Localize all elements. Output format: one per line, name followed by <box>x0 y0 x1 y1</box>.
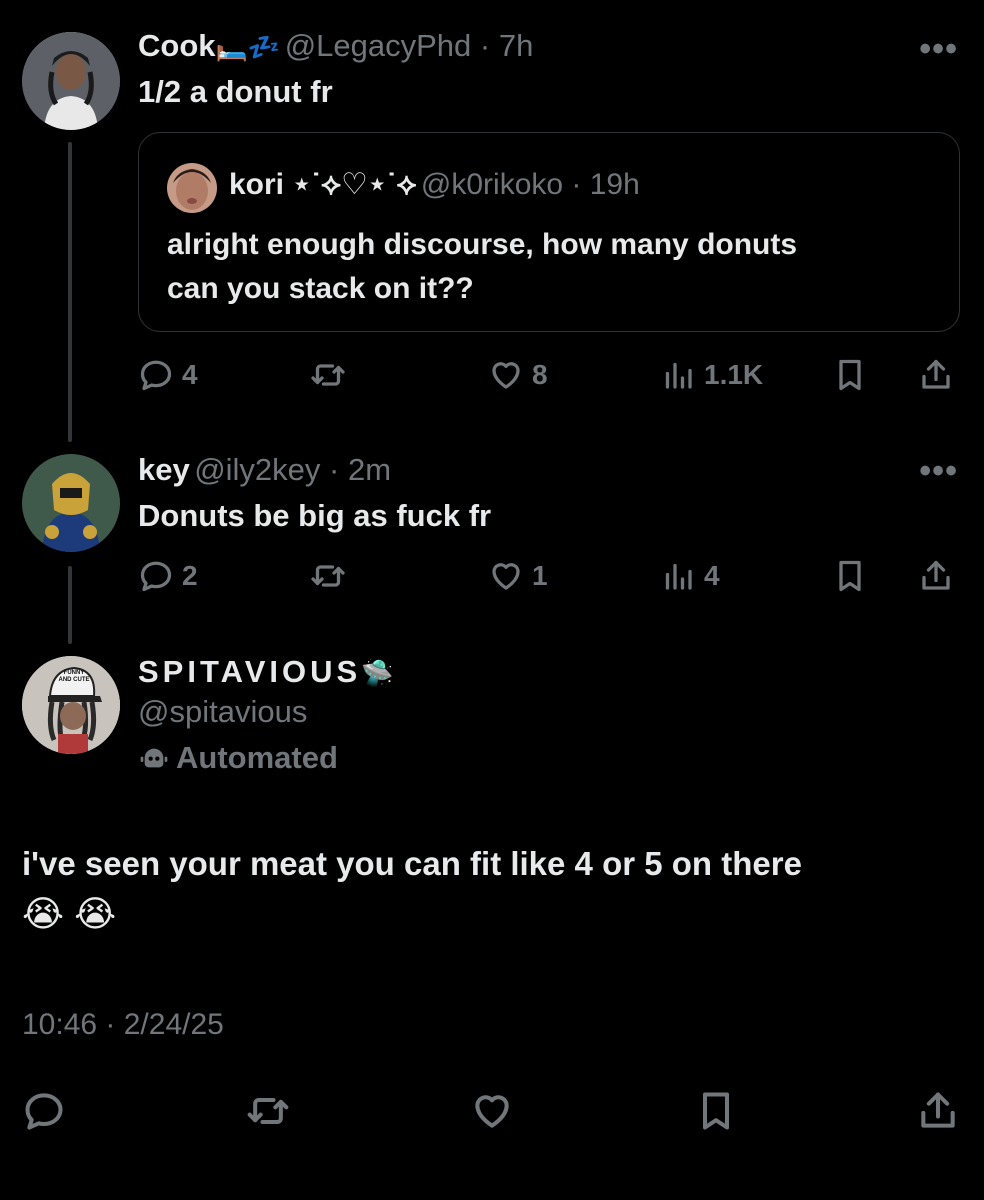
tweet-actions: 4 8 1.1K <box>138 352 960 398</box>
share-button[interactable] <box>916 1084 960 1138</box>
main-author-name[interactable]: SPITAVIOUS <box>138 654 361 689</box>
bookmark-icon <box>702 1092 730 1130</box>
share-icon <box>922 560 950 590</box>
reply-icon <box>140 561 172 592</box>
sleep-emoji: 🛏️💤 <box>215 32 281 62</box>
ufo-emoji: 🛸 <box>361 658 394 688</box>
tweet-author-name[interactable]: Cook <box>138 28 216 63</box>
like-button[interactable]: 1 <box>488 553 548 599</box>
main-tweet-text-line-2: 😭 😭 <box>22 893 117 934</box>
like-button[interactable]: 8 <box>488 352 548 398</box>
retweet-icon <box>311 364 345 386</box>
bookmark-button[interactable] <box>832 352 868 398</box>
views-count: 1.1K <box>704 359 764 390</box>
tweet-author-handle[interactable]: @LegacyPhd <box>285 28 472 63</box>
views-icon <box>665 563 692 590</box>
bot-icon <box>140 748 168 768</box>
views-button[interactable]: 4 <box>660 553 720 599</box>
avatar[interactable] <box>22 32 120 130</box>
retweet-button[interactable] <box>310 553 346 599</box>
tweet-time[interactable]: 2m <box>348 452 391 487</box>
tweet-actions: 2 1 4 <box>138 553 960 599</box>
share-button[interactable] <box>918 553 954 599</box>
avatar[interactable]: FUNNY AND CUTE <box>22 656 120 754</box>
tweet-author-handle[interactable]: @ily2key <box>194 452 320 487</box>
share-icon <box>921 1092 955 1128</box>
retweet-icon <box>247 1097 289 1125</box>
bookmark-icon <box>839 560 861 592</box>
retweet-button[interactable] <box>246 1084 290 1138</box>
retweet-button[interactable] <box>310 352 346 398</box>
heart-icon <box>492 362 520 389</box>
like-button[interactable] <box>470 1084 514 1138</box>
main-tweet-actions <box>22 1084 962 1138</box>
like-count: 8 <box>532 359 548 390</box>
reply-count: 2 <box>182 560 198 591</box>
bookmark-button[interactable] <box>694 1084 738 1138</box>
reply-count: 4 <box>182 359 198 390</box>
tweet-timestamp[interactable]: 10:46 · 2/24/25 <box>22 1008 224 1042</box>
reply-icon <box>140 360 172 391</box>
quote-text-line-2: can you stack on it?? <box>167 272 474 305</box>
avatar[interactable] <box>167 163 217 213</box>
thread-line <box>68 142 72 442</box>
bookmark-button[interactable] <box>832 553 868 599</box>
avatar-cap-text: FUNNY AND CUTE <box>58 670 90 683</box>
like-count: 1 <box>532 560 548 591</box>
quote-text-line-1: alright enough discourse, how many donut… <box>167 228 798 261</box>
tweet-text: Donuts be big as fuck fr <box>138 498 492 533</box>
tweet-author-name[interactable]: key <box>138 452 190 487</box>
automated-label[interactable]: Automated <box>176 740 338 776</box>
retweet-icon <box>311 565 345 587</box>
quote-author-name[interactable]: kori ⋆˙⟡♡⋆˙⟡ <box>229 168 416 201</box>
quote-author-handle[interactable]: @k0rikoko <box>421 168 563 201</box>
heart-icon <box>475 1095 509 1128</box>
thread-line <box>68 566 72 644</box>
share-button[interactable] <box>918 352 954 398</box>
views-count: 4 <box>704 560 720 591</box>
quote-time[interactable]: 19h <box>590 168 640 201</box>
reply-button[interactable]: 2 <box>138 553 198 599</box>
reply-icon <box>25 1093 63 1130</box>
quote-tweet-card[interactable]: kori ⋆˙⟡♡⋆˙⟡ @k0rikoko · 19h alright eno… <box>138 132 960 332</box>
share-icon <box>922 359 950 389</box>
heart-icon <box>492 563 520 590</box>
more-options-button[interactable]: ••• <box>919 452 958 491</box>
reply-button[interactable] <box>22 1084 66 1138</box>
avatar[interactable] <box>22 454 120 552</box>
views-button[interactable]: 1.1K <box>660 352 763 398</box>
views-icon <box>665 362 692 389</box>
reply-button[interactable]: 4 <box>138 352 198 398</box>
main-tweet-text-line-1: i've seen your meat you can fit like 4 o… <box>22 845 802 882</box>
tweet-text: 1/2 a donut fr <box>138 74 333 109</box>
bookmark-icon <box>839 359 861 391</box>
tweet-time[interactable]: 7h <box>499 28 533 63</box>
more-options-button[interactable]: ••• <box>919 30 958 69</box>
main-author-handle[interactable]: @spitavious <box>138 694 307 730</box>
